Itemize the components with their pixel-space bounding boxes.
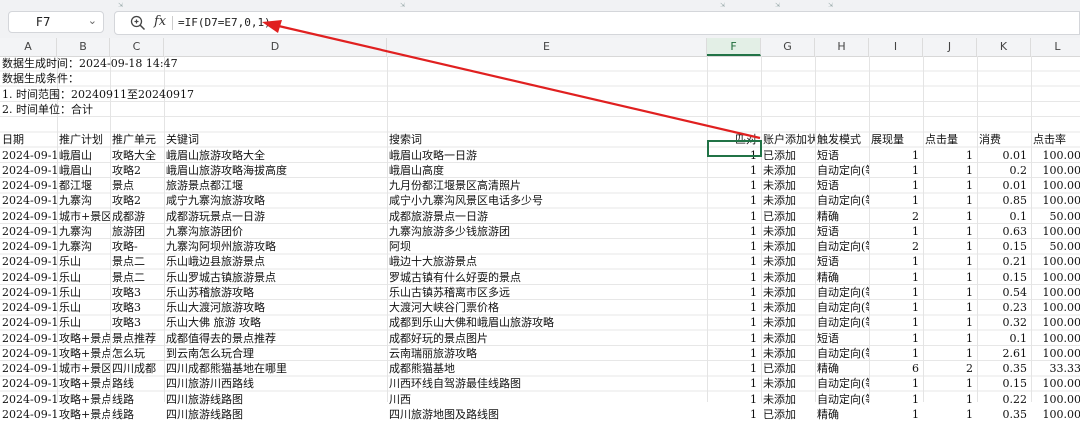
- table-cell[interactable]: 四川旅游线路图: [164, 407, 387, 422]
- table-cell[interactable]: 线路: [110, 407, 164, 422]
- table-cell[interactable]: 四川旅游地图及路线图: [387, 407, 707, 422]
- table-cell[interactable]: 精确: [815, 407, 869, 422]
- table-cell[interactable]: 2024-09-11: [0, 407, 57, 422]
- table-cell[interactable]: 0.35: [977, 407, 1031, 422]
- annotation-arrow: [262, 20, 761, 140]
- table-cell[interactable]: 1: [869, 407, 923, 422]
- table-cell[interactable]: 已添加: [761, 407, 815, 422]
- table-cell[interactable]: 100.00: [1031, 407, 1080, 422]
- table-cell[interactable]: 1: [923, 407, 977, 422]
- table-cell[interactable]: 攻略+景点: [57, 407, 110, 422]
- table-cell[interactable]: 1: [707, 407, 761, 422]
